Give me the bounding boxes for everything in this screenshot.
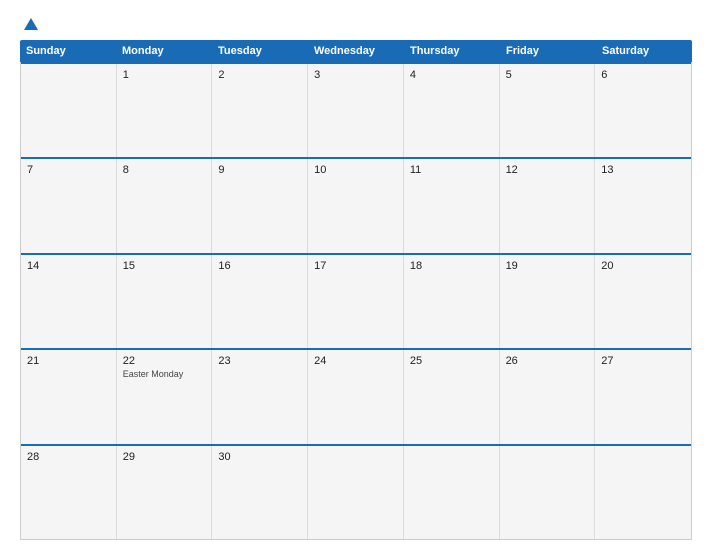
calendar-cell: 10 [308, 159, 404, 252]
calendar-cell: 16 [212, 255, 308, 348]
calendar-week-row: 28 29 30 [21, 444, 691, 539]
calendar-header-cell: Friday [500, 40, 596, 62]
calendar-cell [500, 446, 596, 539]
calendar-cell: 11 [404, 159, 500, 252]
calendar-cell: 21 [21, 350, 117, 443]
day-number: 25 [410, 355, 493, 367]
calendar-cell: 30 [212, 446, 308, 539]
calendar-cell: 2 [212, 64, 308, 157]
day-number: 29 [123, 451, 206, 463]
calendar-cell: 18 [404, 255, 500, 348]
calendar-cell: 9 [212, 159, 308, 252]
day-number: 26 [506, 355, 589, 367]
calendar-header-cell: Saturday [596, 40, 692, 62]
calendar-week-row: 14 15 16 17 18 19 20 [21, 253, 691, 348]
logo-blue-text [20, 18, 38, 30]
calendar-header-cell: Thursday [404, 40, 500, 62]
calendar-cell: 5 [500, 64, 596, 157]
day-number: 30 [218, 451, 301, 463]
day-number: 17 [314, 260, 397, 272]
calendar-week-row: 7 89 10 11 12 13 [21, 157, 691, 252]
calendar-cell: 13 [595, 159, 691, 252]
calendar-cell [404, 446, 500, 539]
calendar-cell: 25 [404, 350, 500, 443]
calendar-cell: 14 [21, 255, 117, 348]
calendar-cell: 23 [212, 350, 308, 443]
day-number: 10 [314, 164, 397, 176]
calendar-cell: 28 [21, 446, 117, 539]
calendar-page: SundayMondayTuesdayWednesdayThursdayFrid… [0, 0, 712, 550]
calendar-header-cell: Wednesday [308, 40, 404, 62]
day-number: 3 [314, 69, 397, 81]
holiday-label: Easter Monday [123, 369, 206, 379]
day-number: 18 [410, 260, 493, 272]
calendar-cell: 17 [308, 255, 404, 348]
day-number: 9 [218, 164, 301, 176]
day-number: 7 [27, 164, 110, 176]
day-number: 11 [410, 164, 493, 176]
calendar-cell: 20 [595, 255, 691, 348]
calendar-cell [595, 446, 691, 539]
calendar-header-cell: Tuesday [212, 40, 308, 62]
calendar-cell: 24 [308, 350, 404, 443]
calendar-grid: SundayMondayTuesdayWednesdayThursdayFrid… [20, 40, 692, 540]
calendar-week-row: 123456 [21, 62, 691, 157]
calendar-cell: 22 Easter Monday [117, 350, 213, 443]
calendar-cell: 1 [117, 64, 213, 157]
calendar-cell: 7 [21, 159, 117, 252]
calendar-cell: 19 [500, 255, 596, 348]
calendar-cell [308, 446, 404, 539]
day-number: 23 [218, 355, 301, 367]
day-number: 14 [27, 260, 110, 272]
calendar-cell: 15 [117, 255, 213, 348]
logo [20, 18, 38, 30]
calendar-cell [21, 64, 117, 157]
calendar-cell: 12 [500, 159, 596, 252]
calendar-cell: 8 [117, 159, 213, 252]
day-number: 5 [506, 69, 589, 81]
day-number: 13 [601, 164, 685, 176]
calendar-cell: 29 [117, 446, 213, 539]
day-number: 28 [27, 451, 110, 463]
page-header [20, 18, 692, 30]
calendar-cell: 6 [595, 64, 691, 157]
day-number: 22 [123, 355, 206, 367]
calendar-body: 12345678910111213141516171819202122Easte… [20, 62, 692, 540]
calendar-week-row: 21 22 Easter Monday 23 24 25 26 27 [21, 348, 691, 443]
logo-triangle-icon [24, 18, 38, 30]
calendar-cell: 3 [308, 64, 404, 157]
day-number: 6 [601, 69, 685, 81]
calendar-cell: 27 [595, 350, 691, 443]
calendar-header-cell: Sunday [20, 40, 116, 62]
day-number: 24 [314, 355, 397, 367]
day-number: 16 [218, 260, 301, 272]
day-number: 27 [601, 355, 685, 367]
day-number: 12 [506, 164, 589, 176]
day-number: 21 [27, 355, 110, 367]
day-number: 2 [218, 69, 301, 81]
calendar-cell: 4 [404, 64, 500, 157]
day-number: 19 [506, 260, 589, 272]
calendar-cell: 26 [500, 350, 596, 443]
calendar-header-row: SundayMondayTuesdayWednesdayThursdayFrid… [20, 40, 692, 62]
day-number: 15 [123, 260, 206, 272]
day-number: 4 [410, 69, 493, 81]
day-number: 8 [123, 164, 206, 176]
day-number: 1 [123, 69, 206, 81]
day-number: 20 [601, 260, 685, 272]
calendar-header-cell: Monday [116, 40, 212, 62]
